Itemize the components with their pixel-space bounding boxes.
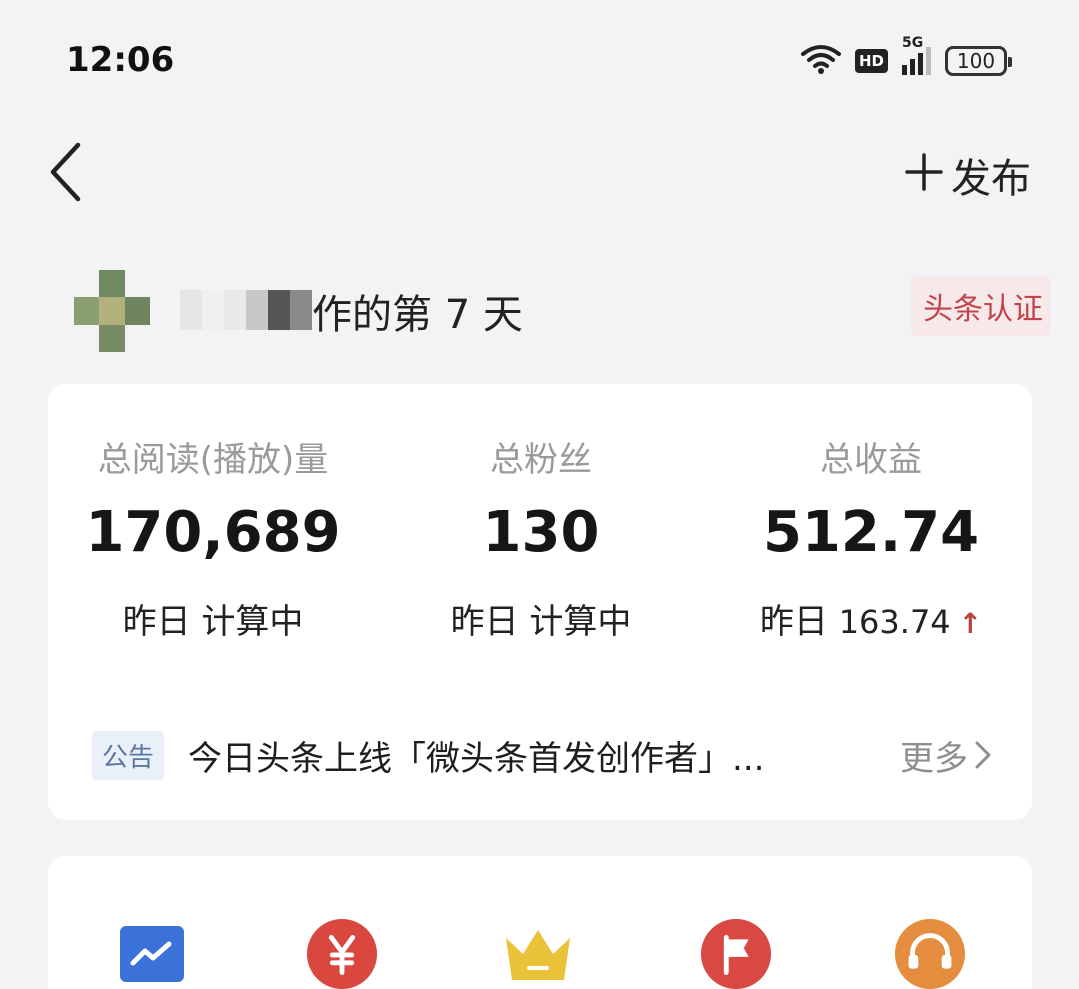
trend-chart-icon <box>120 926 184 982</box>
data-analysis-button[interactable] <box>116 918 188 989</box>
stat-sub-prefix: 昨日 <box>450 602 519 642</box>
support-button[interactable] <box>894 918 966 989</box>
crown-icon <box>506 930 570 980</box>
tools-card <box>48 856 1032 989</box>
announcement-tag: 公告 <box>92 730 165 780</box>
income-button[interactable] <box>306 918 378 989</box>
more-label: 更多 <box>900 738 968 779</box>
privileges-button[interactable] <box>502 918 574 989</box>
stat-sub-prefix: 昨日 <box>122 602 191 642</box>
plus-icon <box>905 151 943 199</box>
announcement-row[interactable]: 公告 今日头条上线「微头条首发创作者」... 更多 <box>92 730 992 780</box>
stat-sub-value: 计算中 <box>529 602 632 642</box>
creation-days-text: 作的第 7 天 <box>312 292 523 338</box>
stat-yesterday: 昨日 计算中 <box>48 594 378 643</box>
stat-label: 总粉丝 <box>490 440 592 480</box>
publish-label: 发布 <box>951 156 1031 202</box>
hd-icon: HD <box>854 49 888 73</box>
certification-button[interactable]: 头条认证 <box>911 276 1051 336</box>
stat-sub-value: 163.74 <box>838 603 951 641</box>
status-icons: HD 5G 100 <box>800 35 1012 78</box>
activity-button[interactable] <box>700 918 772 989</box>
stat-label: 总收益 <box>820 440 922 480</box>
wifi-icon <box>800 44 841 78</box>
trend-up-icon: ↑ <box>958 607 983 640</box>
creator-center-screen: 12:06 HD 5G 100 发布 作的第 7 天 头条认证 总阅读(播放)量… <box>0 0 1079 989</box>
chevron-left-icon <box>50 142 81 202</box>
stat-label: 总阅读(播放)量 <box>97 440 329 480</box>
signal-icon: 5G <box>902 35 931 75</box>
avatar[interactable] <box>74 270 150 352</box>
headset-icon <box>894 918 966 989</box>
status-time: 12:06 <box>66 40 175 80</box>
stat-sub-value: 计算中 <box>201 602 304 642</box>
stats-card: 总阅读(播放)量 170,689 昨日 计算中 总粉丝 130 昨日 计算中 总… <box>48 384 1032 820</box>
chevron-right-icon <box>975 741 991 769</box>
stat-value: 170,689 <box>85 500 341 565</box>
announcement-text: 今日头条上线「微头条首发创作者」... <box>188 738 765 779</box>
battery-icon: 100 <box>945 46 1012 76</box>
back-button[interactable] <box>40 140 90 204</box>
more-link[interactable]: 更多 <box>900 731 992 780</box>
flag-icon <box>700 918 772 989</box>
yuan-icon <box>306 918 378 989</box>
publish-button[interactable]: 发布 <box>905 146 1031 204</box>
blurred-username <box>180 290 312 330</box>
stat-sub-prefix: 昨日 <box>759 602 828 642</box>
stat-yesterday: 昨日 163.74 ↑ <box>706 594 1036 643</box>
network-type: 5G <box>902 35 924 51</box>
stat-value: 512.74 <box>762 500 980 565</box>
stat-yesterday: 昨日 计算中 <box>376 594 706 643</box>
stat-value: 130 <box>482 500 600 565</box>
